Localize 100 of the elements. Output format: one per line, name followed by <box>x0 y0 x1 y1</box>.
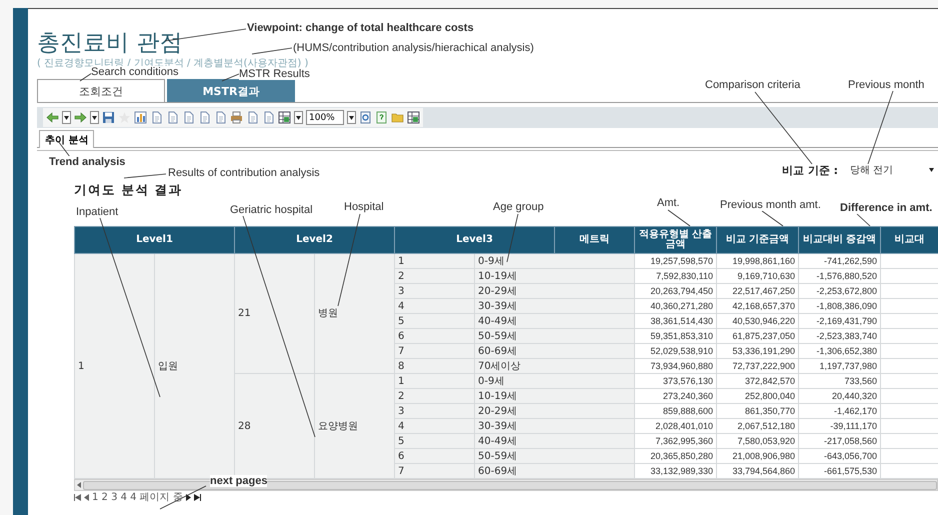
caret-icon <box>929 168 934 172</box>
table-cell: 1 <box>394 254 474 268</box>
table-cell: 20-29세 <box>474 284 634 298</box>
table-cell: 22,517,467,250 <box>716 284 798 298</box>
next-page-icon[interactable] <box>186 494 191 501</box>
dropdown-button[interactable] <box>90 111 99 124</box>
table-cell: -217,058,560 <box>798 434 880 448</box>
table-cell: 40,360,271,280 <box>634 298 716 314</box>
table-cell: 7,592,830,110 <box>634 268 716 284</box>
table-cell: 7,362,995,360 <box>634 434 716 448</box>
table-cell: 733,560 <box>798 374 880 388</box>
column-header: 적용유형별 산출금액 <box>634 226 716 254</box>
dropdown-button[interactable] <box>62 111 71 124</box>
table-cell: -1,306,652,380 <box>798 344 880 358</box>
caret-icon <box>64 116 69 120</box>
table-cell: 0-9세 <box>474 254 634 268</box>
table-cell: 859,888,600 <box>634 404 716 418</box>
last-page-icon[interactable] <box>194 494 201 501</box>
annotation-label: Inpatient <box>76 206 118 218</box>
column-header: Level1 <box>74 226 234 254</box>
table-cell: 30-39세 <box>474 298 634 314</box>
dropdown-button[interactable] <box>294 111 303 124</box>
table-cell: 1 <box>394 374 474 388</box>
table-cell: 373,576,130 <box>634 374 716 388</box>
annotation-label: Geriatric hospital <box>230 204 313 216</box>
annotation-label: Viewpoint: change of total healthcare costs <box>247 22 474 34</box>
save-icon[interactable] <box>102 111 115 124</box>
table-cell: -39,111,170 <box>798 418 880 434</box>
forward-arrow-icon[interactable] <box>74 111 87 124</box>
document-icon[interactable] <box>182 111 195 124</box>
table-cell: 61,875,237,050 <box>716 328 798 344</box>
table-cell: 1,197,737,980 <box>798 358 880 374</box>
table-cell: 50-59세 <box>474 448 634 464</box>
annotation-label: Previous month <box>848 79 924 91</box>
tab[interactable]: 조회조건 <box>37 79 165 102</box>
leader-line <box>80 72 92 82</box>
document-icon[interactable] <box>246 111 259 124</box>
previous-page-icon[interactable] <box>84 494 89 501</box>
table-cell: 20-29세 <box>474 404 634 418</box>
help-icon[interactable] <box>375 111 388 124</box>
caret-icon <box>349 116 354 120</box>
table-cell: 7 <box>394 344 474 358</box>
table-cell: 861,350,770 <box>716 404 798 418</box>
chart-icon[interactable] <box>134 111 147 124</box>
annotation-label: (HUMS/contribution analysis/hierachical analysis) <box>293 42 534 54</box>
table-cell: -1,462,170 <box>798 404 880 418</box>
document-icon[interactable] <box>214 111 227 124</box>
table-cell: 0-9세 <box>474 374 634 388</box>
table-cell: 7 <box>394 464 474 478</box>
caret-icon <box>296 116 301 120</box>
column-header: 비교대비 증감액 <box>798 226 880 254</box>
document-icon[interactable] <box>262 111 275 124</box>
grid-icon[interactable] <box>407 111 420 124</box>
table-cell: -1,576,880,520 <box>798 268 880 284</box>
first-page-icon[interactable] <box>74 494 81 501</box>
back-arrow-icon[interactable] <box>46 111 59 124</box>
table-cell: 2,067,512,180 <box>716 418 798 434</box>
annotation-label: next pages <box>210 475 268 487</box>
tab[interactable]: 추이 분석 <box>39 130 94 148</box>
scroll-left-icon[interactable] <box>77 482 81 488</box>
table-cell: 70세이상 <box>474 358 634 374</box>
table-cell: -661,575,530 <box>798 464 880 478</box>
table-cell: 52,029,538,910 <box>634 344 716 358</box>
grid-icon[interactable] <box>278 111 291 124</box>
annotation-label: Previous month amt. <box>720 199 821 211</box>
table-cell: 8 <box>394 358 474 374</box>
annotation-label: Comparison criteria <box>705 79 800 91</box>
annotation-label: Hospital <box>344 201 384 213</box>
table-cell: 59,351,853,310 <box>634 328 716 344</box>
caret-icon <box>92 116 97 120</box>
column-header: Level3 <box>394 226 554 254</box>
document-icon[interactable] <box>150 111 163 124</box>
table-cell: 28 <box>234 374 314 478</box>
table-cell: 4 <box>394 418 474 434</box>
table-cell: -1,808,386,090 <box>798 298 880 314</box>
comparison-select[interactable]: 당해 전기 <box>846 162 938 178</box>
tab[interactable]: MSTR결과 <box>167 79 295 102</box>
refresh-icon[interactable] <box>359 111 372 124</box>
dropdown-button[interactable] <box>347 111 356 124</box>
annotation-label: MSTR Results <box>239 68 310 80</box>
printer-icon[interactable] <box>230 111 243 124</box>
table-cell: 1 <box>74 254 154 478</box>
zoom-field[interactable]: 100% <box>306 110 344 125</box>
table-cell: 19,257,598,570 <box>634 254 716 268</box>
table-cell: 40,530,946,220 <box>716 314 798 328</box>
page-title: 총진료비 관점 <box>37 29 182 57</box>
table-cell: 252,800,040 <box>716 388 798 404</box>
document-icon[interactable] <box>198 111 211 124</box>
document-icon[interactable] <box>166 111 179 124</box>
table-cell: 3 <box>394 284 474 298</box>
table-cell: 10-19세 <box>474 388 634 404</box>
table-cell: 38,361,514,430 <box>634 314 716 328</box>
column-header: Level2 <box>234 226 394 254</box>
table-cell: 30-39세 <box>474 418 634 434</box>
table-cell: 20,365,850,280 <box>634 448 716 464</box>
column-header: 비교 기준금액 <box>716 226 798 254</box>
page-list[interactable]: 1 2 3 4 4 페이지 중 <box>92 492 183 502</box>
table-cell: 372,842,570 <box>716 374 798 388</box>
annotation-label: Amt. <box>657 197 680 209</box>
table-cell: 33,132,989,330 <box>634 464 716 478</box>
